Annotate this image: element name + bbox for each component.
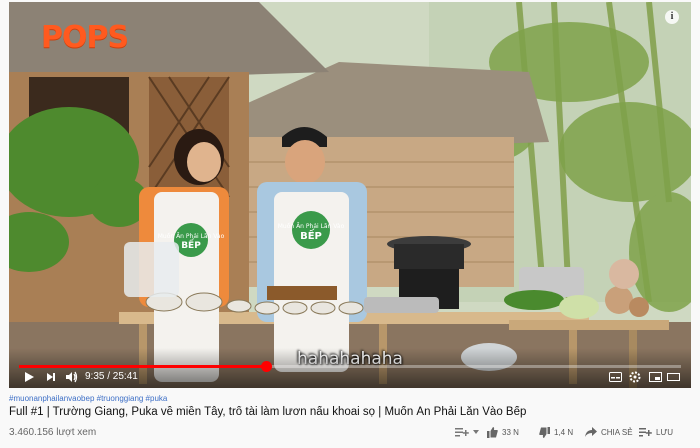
save-playlist-icon: [639, 428, 652, 437]
add-to-playlist-button[interactable]: [455, 424, 483, 440]
time-display: 9:35 / 25:41: [85, 371, 138, 382]
thumbs-up-icon: [487, 426, 498, 438]
playlist-add-icon: [455, 428, 469, 437]
progress-bar[interactable]: [19, 361, 681, 372]
video-title: Full #1 | Trường Giang, Puka về miền Tây…: [9, 406, 527, 418]
info-icon[interactable]: i: [665, 10, 679, 24]
dislike-count: 1,4 N: [554, 427, 574, 437]
save-label: LƯU: [656, 427, 674, 437]
miniplayer-icon[interactable]: [647, 369, 663, 385]
share-label: CHIA SẺ: [601, 427, 633, 437]
settings-icon[interactable]: [627, 369, 643, 385]
hashtags[interactable]: #muonanphailanvaobep #truonggiang #puka: [9, 394, 691, 405]
video-info: #muonanphailanvaobep #truonggiang #puka …: [9, 394, 691, 440]
control-buttons: 9:35 / 25:41: [9, 369, 691, 385]
like-button[interactable]: 33 N: [487, 424, 519, 440]
share-button[interactable]: CHIA SẺ: [585, 424, 633, 440]
next-icon[interactable]: [43, 369, 59, 385]
thumbs-down-icon: [539, 426, 550, 438]
controls-bar: 9:35 / 25:41: [9, 348, 691, 388]
apron-text: Muốn Ăn Phải Lăn Vào: [278, 223, 345, 230]
volume-icon[interactable]: [63, 369, 79, 385]
like-count: 33 N: [502, 427, 519, 437]
play-icon[interactable]: [21, 369, 37, 385]
subtitles-icon[interactable]: [607, 369, 623, 385]
dislike-button[interactable]: 1,4 N: [539, 424, 573, 440]
views-actions-row: 3.460.156 lượt xem 33 N 1,4 N CHIA SẺ LƯ…: [9, 424, 691, 440]
apron-text: Muốn Ăn Phải Lăn Vào: [158, 233, 225, 240]
theater-icon[interactable]: [665, 369, 681, 385]
progress-played: [19, 365, 266, 368]
chevron-down-icon: [473, 430, 479, 434]
video-frame[interactable]: Muốn Ăn Phải Lăn Vào BẾP Muốn Ăn Phải Lă…: [9, 2, 691, 388]
share-icon: [585, 427, 597, 437]
channel-logo: POPS: [41, 20, 129, 55]
video-player[interactable]: Muốn Ăn Phải Lăn Vào BẾP Muốn Ăn Phải Lă…: [9, 2, 691, 388]
save-button[interactable]: LƯU: [639, 424, 673, 440]
view-count: 3.460.156 lượt xem: [9, 427, 97, 438]
